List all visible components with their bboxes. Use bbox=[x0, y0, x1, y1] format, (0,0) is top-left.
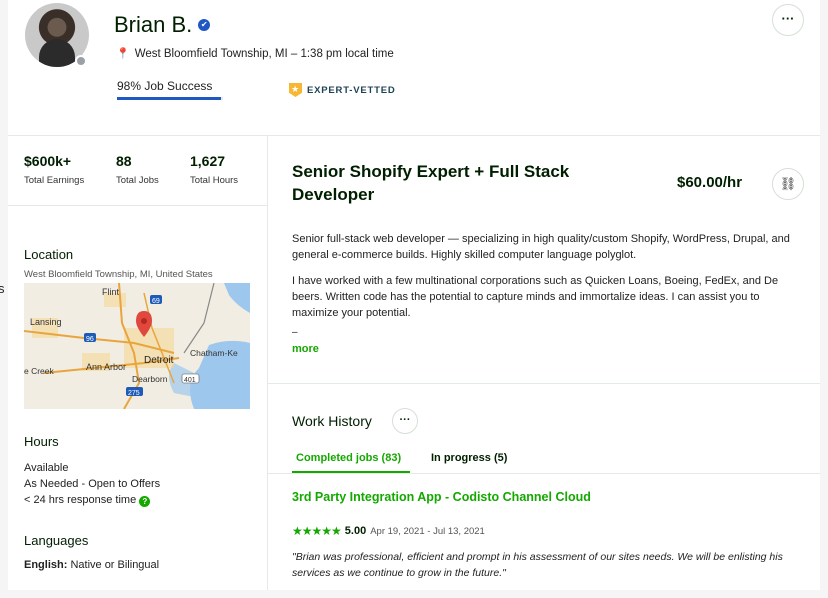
language-level: Native or Bilingual bbox=[70, 559, 160, 571]
map-label-ann-arbor: Ann Arbor bbox=[86, 362, 126, 372]
stat-label: Total Earnings bbox=[24, 175, 85, 186]
avatar[interactable] bbox=[25, 3, 89, 67]
profile-overview: Senior full-stack web developer — specia… bbox=[292, 231, 807, 331]
job-success-label: 98% Job Success bbox=[117, 79, 213, 93]
map-label-hwy96: 96 bbox=[86, 336, 94, 343]
work-history-title: Work History bbox=[292, 413, 372, 429]
overview-paragraph: I have worked with a few multinational c… bbox=[292, 275, 779, 319]
overview-more-link[interactable]: more bbox=[292, 343, 319, 355]
stat-total-earnings: $600k+ Total Earnings bbox=[24, 153, 84, 186]
work-history-more-button[interactable]: ··· bbox=[392, 408, 418, 434]
rating-value: 5.00 bbox=[344, 525, 367, 537]
hours-response-text: < 24 hrs response time bbox=[24, 494, 137, 506]
location-title: Location bbox=[24, 247, 74, 262]
job-success-bar bbox=[117, 97, 223, 100]
badge-shield-icon: ★ bbox=[289, 83, 302, 97]
map-label-dearborn: Dearborn bbox=[132, 374, 168, 384]
profile-name-text: Brian B. bbox=[114, 12, 193, 37]
map-label-hwy401: 401 bbox=[184, 377, 196, 384]
hours-availability: Available bbox=[24, 462, 69, 474]
location-map[interactable]: Flint Lansing Detroit Chatham-Ke Ann Arb… bbox=[24, 283, 250, 409]
star-rating-icon: ★★★★★ bbox=[292, 524, 342, 538]
job-rating: ★★★★★ 5.00 Apr 19, 2021 - Jul 13, 2021 bbox=[292, 524, 485, 538]
link-icon: ⛓ bbox=[779, 176, 797, 191]
more-options-button[interactable]: ··· bbox=[772, 4, 804, 36]
divider bbox=[268, 383, 820, 384]
tab-in-progress[interactable]: In progress (5) bbox=[431, 452, 507, 464]
map-label-hwy275: 275 bbox=[128, 390, 140, 397]
profile-name: Brian B. ✔ bbox=[114, 12, 211, 38]
language-entry: English: Native or Bilingual bbox=[24, 559, 159, 571]
hourly-rate: $60.00/hr bbox=[677, 174, 743, 191]
languages-title: Languages bbox=[24, 533, 89, 548]
stat-label: Total Jobs bbox=[116, 175, 159, 186]
divider bbox=[8, 135, 820, 136]
copy-link-button[interactable]: ⛓ bbox=[772, 168, 804, 200]
hours-details: Available As Needed - Open to Offers < 2… bbox=[24, 460, 160, 508]
expert-vetted-badge[interactable]: ★ EXPERT-VETTED bbox=[289, 83, 396, 97]
tab-completed-jobs[interactable]: Completed jobs (83) bbox=[296, 452, 401, 464]
ellipsis-icon: ··· bbox=[399, 414, 411, 426]
location-pin-icon: 📍 bbox=[116, 48, 130, 60]
stat-label: Total Hours bbox=[190, 175, 239, 186]
overview-dash: – bbox=[292, 327, 298, 338]
profile-location-text: West Bloomfield Township, MI – 1:38 pm l… bbox=[134, 47, 394, 60]
divider bbox=[268, 473, 820, 474]
job-dates: Apr 19, 2021 - Jul 13, 2021 bbox=[370, 525, 485, 537]
map-label-flint: Flint bbox=[102, 287, 120, 297]
edge-text-fragment: s bbox=[0, 281, 5, 296]
map-label-lansing: Lansing bbox=[30, 317, 62, 327]
profile-card: Brian B. ✔ 📍 West Bloomfield Township, M… bbox=[8, 0, 820, 590]
ellipsis-icon: ··· bbox=[781, 11, 795, 26]
verified-badge-icon: ✔ bbox=[198, 19, 211, 31]
job-title-link[interactable]: 3rd Party Integration App - Codisto Chan… bbox=[292, 490, 591, 504]
stat-value: 88 bbox=[116, 153, 132, 169]
badge-label: EXPERT-VETTED bbox=[307, 84, 396, 96]
stat-value: 1,627 bbox=[190, 153, 226, 169]
profile-location: 📍 West Bloomfield Township, MI – 1:38 pm… bbox=[116, 47, 394, 61]
map-label-hwy69: 69 bbox=[152, 298, 160, 305]
map-label-chatham: Chatham-Ke bbox=[190, 348, 238, 358]
stat-value: $600k+ bbox=[24, 153, 72, 169]
profile-headline: Senior Shopify Expert + Full Stack Devel… bbox=[292, 162, 570, 204]
job-success-bar-fill bbox=[117, 97, 221, 100]
hours-response: < 24 hrs response time ? bbox=[24, 492, 160, 508]
hours-title: Hours bbox=[24, 434, 59, 449]
divider bbox=[8, 205, 267, 206]
language-name: English: bbox=[24, 559, 68, 571]
hours-schedule: As Needed - Open to Offers bbox=[24, 478, 161, 490]
location-detail: West Bloomfield Township, MI, United Sta… bbox=[24, 269, 213, 280]
stat-total-hours: 1,627 Total Hours bbox=[190, 153, 238, 186]
overview-paragraph: Senior full-stack web developer — specia… bbox=[292, 233, 790, 261]
map-label-creek: e Creek bbox=[24, 366, 55, 376]
question-icon[interactable]: ? bbox=[139, 496, 151, 507]
map-label-detroit: Detroit bbox=[144, 355, 174, 366]
stat-total-jobs: 88 Total Jobs bbox=[116, 153, 159, 186]
job-review: "Brian was professional, efficient and p… bbox=[292, 551, 783, 579]
column-divider bbox=[267, 135, 268, 590]
status-dot bbox=[75, 55, 87, 67]
